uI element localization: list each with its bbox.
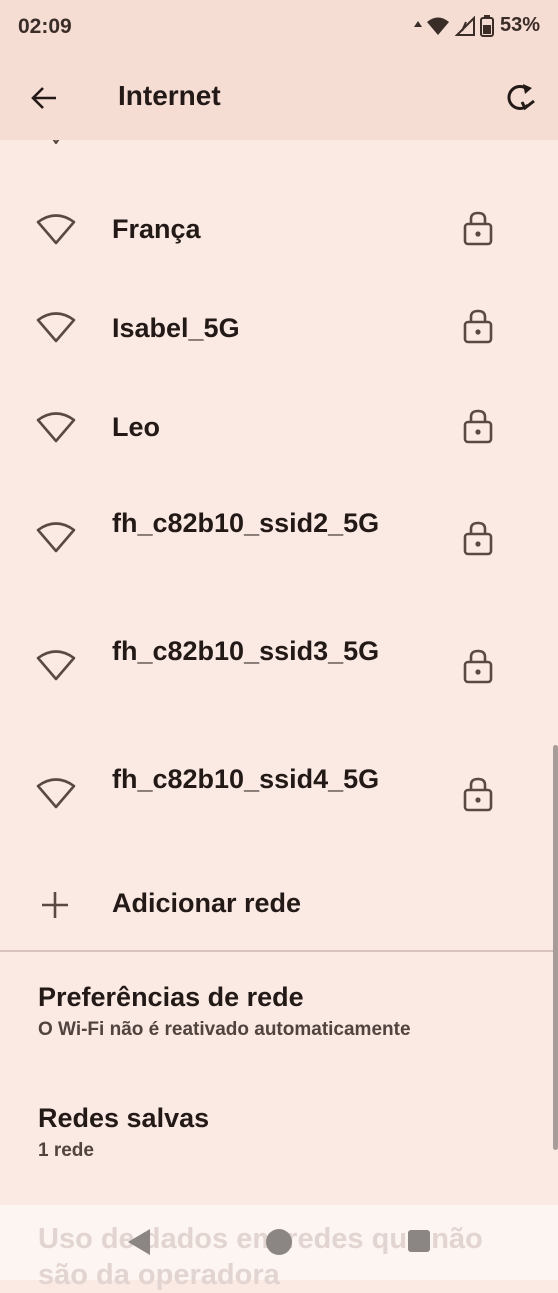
add-network-button[interactable]: Adicionar rede	[0, 876, 558, 936]
partial-network-row[interactable]	[0, 140, 558, 152]
lock-icon	[463, 309, 493, 344]
network-name: França	[112, 214, 201, 244]
network-row[interactable]: Isabel_5G	[0, 292, 558, 368]
network-preferences-item[interactable]: Preferências de rede O Wi-Fi não é reati…	[38, 980, 518, 1042]
plus-icon	[42, 892, 68, 918]
network-row[interactable]: fh_c82b10_ssid3_5G	[0, 618, 558, 728]
status-bar: 02:09 53%	[0, 0, 558, 56]
lock-icon	[463, 777, 493, 812]
refresh-button[interactable]	[498, 76, 542, 120]
refresh-icon	[507, 84, 535, 111]
wifi-icon	[36, 522, 76, 553]
divider	[0, 950, 558, 952]
data-arrow-icon	[413, 20, 422, 27]
status-time: 02:09	[18, 15, 72, 38]
lock-icon	[463, 211, 493, 246]
nav-home-icon[interactable]	[266, 1229, 292, 1255]
wifi-icon	[36, 650, 76, 681]
network-name: fh_c82b10_ssid2_5G	[112, 508, 380, 538]
add-network-label: Adicionar rede	[112, 888, 302, 918]
nav-recents-icon[interactable]	[408, 1230, 430, 1252]
network-row[interactable]: fh_c82b10_ssid4_5G	[0, 746, 558, 856]
status-icons: 53%	[413, 14, 540, 37]
network-name: fh_c82b10_ssid4_5G	[112, 764, 380, 794]
lock-icon	[463, 409, 493, 444]
saved-networks-subtitle: 1 rede	[38, 1140, 94, 1161]
network-row[interactable]: França	[0, 192, 558, 268]
lock-icon	[463, 649, 493, 684]
lock-icon	[463, 521, 493, 556]
cell-signal-icon	[454, 15, 475, 36]
saved-networks-item[interactable]: Redes salvas 1 rede	[38, 1101, 518, 1163]
wifi-icon	[36, 312, 76, 343]
network-name: fh_c82b10_ssid3_5G	[112, 636, 380, 666]
wifi-icon	[52, 140, 60, 144]
nav-back-icon[interactable]	[128, 1229, 150, 1255]
network-list-content[interactable]: França Isabel_5G Leo fh_c82b10_ssid2_5G …	[0, 140, 558, 1205]
network-row[interactable]: fh_c82b10_ssid2_5G	[0, 490, 558, 600]
navigation-bar: Uso de dados em redes que não são da ope…	[0, 1205, 558, 1291]
page-title: Internet	[118, 80, 221, 111]
network-row[interactable]: Leo	[0, 392, 558, 468]
app-bar: Internet	[0, 56, 558, 140]
wifi-icon	[36, 778, 76, 809]
back-button[interactable]	[22, 76, 66, 120]
network-preferences-title: Preferências de rede	[38, 982, 304, 1012]
network-name: Isabel_5G	[112, 313, 240, 343]
wifi-signal-icon	[426, 17, 449, 35]
network-name: Leo	[112, 412, 161, 442]
wifi-icon	[36, 412, 76, 443]
wifi-icon	[36, 214, 76, 245]
saved-networks-title: Redes salvas	[38, 1103, 210, 1133]
network-preferences-subtitle: O Wi-Fi não é reativado automaticamente	[38, 1019, 411, 1040]
battery-icon	[479, 14, 494, 37]
arrow-left-icon	[31, 87, 56, 109]
battery-percent: 53%	[499, 14, 540, 36]
scrollbar[interactable]	[553, 745, 558, 1150]
